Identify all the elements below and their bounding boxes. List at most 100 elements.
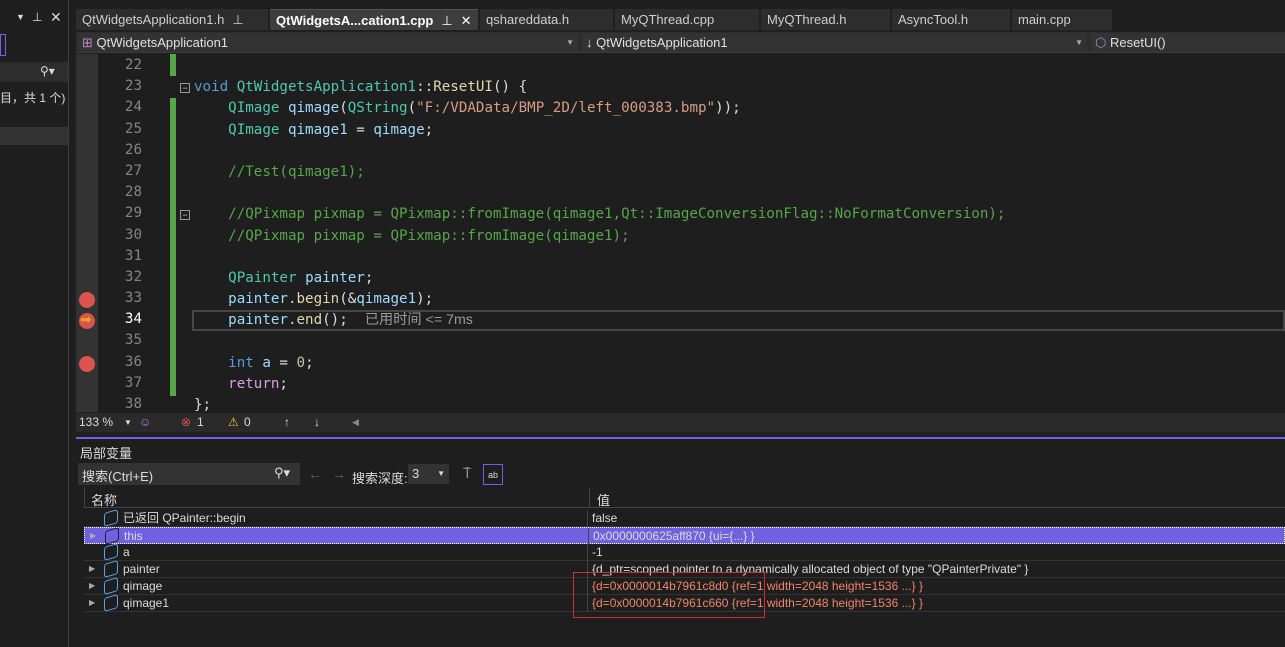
code-token-fn: ResetUI bbox=[433, 79, 493, 96]
dropdown-icon[interactable]: ▼ bbox=[16, 12, 25, 22]
locals-search-input[interactable]: 搜索(Ctrl+E) ⚲▾ bbox=[78, 463, 300, 485]
code-token-p bbox=[194, 100, 228, 116]
code-token-p: }; bbox=[194, 397, 212, 412]
code-line: //Test(qimage1); bbox=[194, 162, 365, 183]
method-icon: ⬡ bbox=[1095, 35, 1107, 50]
pin-icon[interactable]: ⍑ bbox=[463, 465, 471, 482]
line-number: 22 bbox=[124, 57, 142, 73]
search-depth-select[interactable]: 3 ▼ bbox=[408, 464, 449, 484]
arrow-down-icon[interactable]: ↓ bbox=[314, 415, 320, 429]
tab[interactable]: QtWidgetsApplication1.h ⊥ bbox=[76, 9, 268, 30]
locals-row[interactable]: ▶ this 0x0000000625aff870 {ui={...} } bbox=[84, 527, 1285, 545]
locals-row[interactable]: a -1 bbox=[84, 543, 1285, 561]
code-token-var: a bbox=[262, 354, 271, 371]
selected-item[interactable] bbox=[0, 127, 68, 145]
tab[interactable]: MyQThread.cpp bbox=[615, 9, 759, 30]
forward-icon[interactable]: → bbox=[332, 466, 346, 482]
variable-value[interactable]: -1 bbox=[592, 544, 603, 560]
expand-icon[interactable]: ▶ bbox=[90, 528, 96, 544]
code-line: painter.begin(&qimage1); bbox=[194, 289, 433, 310]
locals-row[interactable]: 已返回 QPainter::begin false bbox=[84, 509, 1285, 527]
code-token-p: ); bbox=[416, 291, 434, 308]
annotation-highlight-box bbox=[573, 572, 765, 618]
expand-icon[interactable]: ▶ bbox=[89, 561, 95, 577]
tab[interactable]: QtWidgetsA...cation1.cpp ⊥ ✕ bbox=[270, 9, 478, 30]
collapse-icon[interactable]: − bbox=[180, 210, 190, 221]
variable-icon bbox=[104, 560, 118, 578]
member-dropdown[interactable]: ⬡ ResetUI() bbox=[1091, 33, 1285, 52]
hex-display-toggle[interactable]: ab bbox=[483, 464, 503, 485]
variable-name: qimage bbox=[123, 579, 163, 593]
toolbar-button[interactable] bbox=[0, 34, 6, 56]
code-token-p bbox=[194, 122, 228, 138]
column-value[interactable]: 值 bbox=[597, 490, 610, 509]
variable-icon bbox=[105, 527, 119, 545]
tab-label: MyQThread.h bbox=[767, 12, 847, 27]
scroll-left-icon[interactable]: ◀ bbox=[352, 417, 359, 428]
tab-label: QtWidgetsA...cation1.cpp bbox=[276, 13, 434, 28]
search-box[interactable]: ⚲▾ bbox=[0, 62, 68, 82]
warning-count[interactable]: 0 bbox=[244, 415, 251, 429]
copilot-icon[interactable]: ☺ bbox=[139, 415, 151, 429]
code-token-cls: QString bbox=[347, 100, 408, 117]
code-token-p: ( bbox=[339, 100, 348, 117]
code-token-p bbox=[194, 376, 228, 392]
back-icon[interactable]: ← bbox=[308, 466, 322, 482]
arrow-up-icon[interactable]: ↑ bbox=[284, 415, 290, 429]
tab[interactable]: MyQThread.h bbox=[761, 9, 890, 30]
column-divider[interactable] bbox=[589, 487, 590, 508]
pin-icon[interactable]: ⊥ bbox=[32, 10, 42, 24]
code-token-p: (& bbox=[339, 291, 357, 308]
warning-icon[interactable]: ⚠ bbox=[228, 415, 239, 429]
code-line: void QtWidgetsApplication1::ResetUI() { bbox=[194, 77, 527, 98]
code-token-p: . bbox=[287, 291, 297, 308]
line-number: 31 bbox=[124, 247, 142, 264]
variable-value[interactable]: 0x0000000625aff870 {ui={...} } bbox=[593, 528, 755, 544]
pin-icon[interactable]: ⊥ bbox=[232, 9, 243, 30]
breakpoint-icon[interactable] bbox=[79, 292, 95, 309]
code-token-cls: QImage bbox=[228, 121, 280, 138]
code-token-p: ( bbox=[407, 100, 417, 117]
code-token-p: (); bbox=[322, 312, 365, 329]
tab[interactable]: main.cpp bbox=[1012, 9, 1112, 30]
chevron-down-icon[interactable]: ▼ bbox=[124, 418, 132, 427]
code-token-p bbox=[194, 312, 228, 328]
chevron-down-icon: ▼ bbox=[1075, 38, 1083, 47]
close-icon[interactable]: ✕ bbox=[50, 9, 62, 26]
code-token-p bbox=[194, 355, 228, 371]
arrow-down-icon: ↓ bbox=[586, 35, 593, 50]
tab[interactable]: AsyncTool.h bbox=[892, 9, 1010, 30]
code-token-cls: QtWidgetsApplication1 bbox=[236, 79, 417, 96]
code-token-p bbox=[194, 291, 228, 307]
code-token-ctl: return bbox=[228, 375, 280, 392]
code-line: return; bbox=[194, 374, 288, 395]
error-count[interactable]: 1 bbox=[197, 415, 204, 429]
search-icon[interactable]: ⚲▾ bbox=[274, 465, 290, 481]
code-token-var: painter bbox=[228, 312, 288, 329]
expand-icon[interactable]: ▶ bbox=[89, 578, 95, 594]
expand-icon[interactable]: ▶ bbox=[89, 595, 95, 611]
line-number: 26 bbox=[124, 141, 142, 158]
breakpoint-icon[interactable] bbox=[79, 355, 95, 372]
code-line: int a = 0; bbox=[194, 353, 313, 374]
project-dropdown[interactable]: ⊞ QtWidgetsApplication1 ▼ bbox=[78, 33, 578, 52]
collapse-icon[interactable]: − bbox=[180, 83, 190, 94]
pin-icon[interactable]: ⊥ bbox=[441, 10, 452, 30]
close-icon[interactable]: ✕ bbox=[461, 10, 472, 30]
tab[interactable]: qshareddata.h bbox=[480, 9, 613, 30]
code-editor[interactable]: 22 23− void QtWidgetsApplication1::ResetUI… bbox=[76, 54, 1285, 412]
search-icon: ⚲▾ bbox=[40, 64, 55, 78]
zoom-level[interactable]: 133 % bbox=[79, 415, 113, 429]
code-token-fn: end bbox=[296, 312, 323, 329]
scope-dropdown[interactable]: ↓ QtWidgetsApplication1 ▼ bbox=[582, 33, 1087, 52]
column-divider bbox=[587, 544, 588, 561]
code-token-cm: //QPixmap pixmap = QPixmap::fromImage(qi… bbox=[228, 227, 630, 244]
code-token-var: qimage bbox=[373, 121, 425, 138]
column-name[interactable]: 名称 bbox=[91, 490, 117, 509]
line-number: 28 bbox=[124, 184, 142, 201]
code-token-var: qimage1 bbox=[356, 291, 417, 308]
variable-name: qimage1 bbox=[123, 596, 170, 610]
code-line: QPainter painter; bbox=[194, 268, 373, 289]
variable-value[interactable]: false bbox=[592, 510, 617, 526]
error-icon[interactable]: ⊗ bbox=[181, 415, 191, 429]
